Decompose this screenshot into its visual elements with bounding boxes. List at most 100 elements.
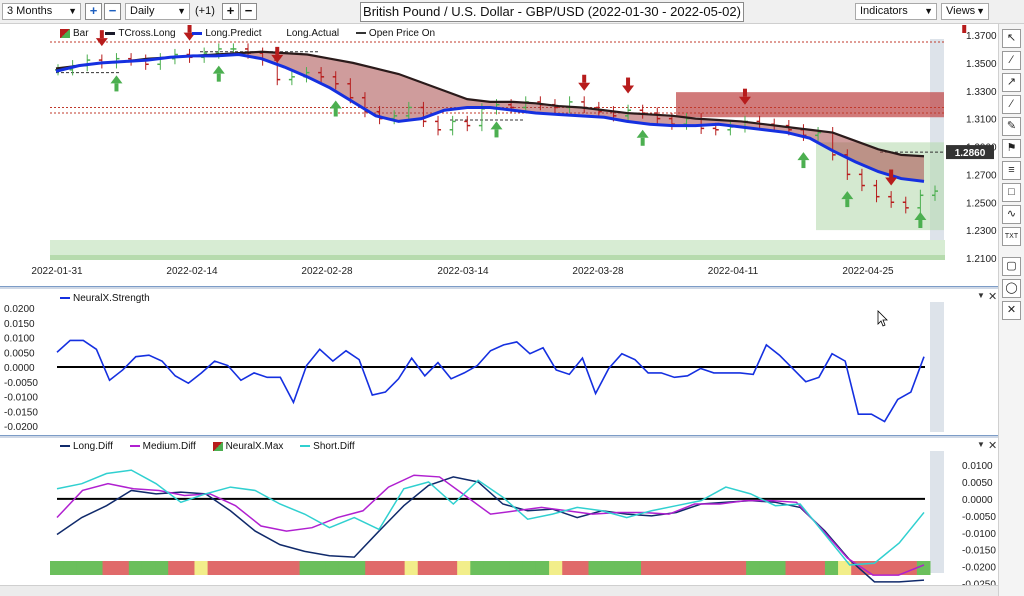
neuralx-max-bar	[588, 561, 603, 575]
flag-icon[interactable]: ⚑	[1002, 139, 1021, 158]
rectangle-icon[interactable]: ▢	[1002, 257, 1021, 276]
neuralx-max-bar	[273, 561, 287, 575]
down-arrow-icon	[582, 74, 587, 83]
neuralx-max-bar	[535, 561, 550, 575]
date-axis-label: 2022-04-25	[842, 266, 894, 277]
toolbar: 3 Months ▼ + − Daily ▼ (+1) + − British …	[0, 0, 1024, 24]
down-arrow-icon	[275, 46, 280, 55]
diff-axis-label: 0.0050	[962, 478, 993, 489]
panel-close-icon[interactable]: ✕	[988, 439, 997, 452]
neuralx-max-bar	[798, 561, 813, 575]
neuralx-max-bar	[759, 561, 773, 575]
pencil-icon[interactable]: ✎	[1002, 117, 1021, 136]
range-select[interactable]: 3 Months ▼	[2, 3, 81, 20]
date-axis-label: 2022-03-28	[572, 266, 624, 277]
neuralx-max-bar	[654, 561, 668, 575]
wave-icon[interactable]: ∿	[1002, 205, 1021, 224]
neuralx-max-bar	[496, 561, 511, 575]
ray-icon[interactable]: ↗	[1002, 73, 1021, 92]
neuralx-max-bar	[417, 561, 432, 575]
pointer-icon[interactable]: ↖	[1002, 29, 1021, 48]
chart-title: British Pound / U.S. Dollar - GBP/USD (2…	[360, 2, 744, 22]
neuralx-max-bar	[838, 561, 852, 575]
short-diff-line	[56, 469, 925, 566]
zoom-out-button[interactable]: −	[104, 3, 121, 20]
legend-bar: Bar	[60, 28, 91, 39]
legend-long-diff: Long.Diff	[60, 441, 113, 452]
neuralx-max-bar	[522, 561, 537, 575]
horizontal-scrollbar[interactable]	[0, 585, 998, 596]
neuralx-max-bar	[286, 561, 301, 575]
views-label: Views	[946, 5, 976, 17]
neuralx-max-bar	[325, 561, 340, 575]
date-axis-label: 2022-03-14	[437, 266, 489, 277]
strength-legend: NeuralX.Strength	[60, 293, 150, 304]
indicators-menu[interactable]: Indicators ▼	[855, 3, 937, 20]
strength-axis-label: 0.0000	[4, 363, 35, 374]
diff-axis-label: -0.0150	[962, 546, 996, 557]
neuralx-max-bar	[141, 561, 156, 575]
date-axis-label: 2022-02-14	[166, 266, 218, 277]
legend-actual: Long.Actual	[286, 28, 342, 39]
plot-area	[50, 35, 945, 260]
up-arrow-icon	[640, 137, 645, 146]
neuralx-max-bar	[352, 561, 366, 575]
neuralx-max-bar	[693, 561, 708, 575]
neuralx-max-bar	[732, 561, 747, 575]
strength-chart[interactable]: 0.0200 0.0150 0.0100 0.0050 0.0000 -0.0050 -0.…	[0, 290, 998, 436]
neuralx-max-bar	[247, 561, 261, 575]
neuralx-max-bar	[627, 561, 642, 575]
neuralx-max-bar	[299, 561, 314, 575]
neuralx-max-bar	[680, 561, 695, 575]
legend-predict-label: Long.Predict	[205, 28, 262, 39]
panel-collapse-icon[interactable]: ▼	[977, 291, 985, 300]
price-chart[interactable]: 1.37001.35001.33001.31001.29001.27001.25…	[0, 25, 998, 287]
panel-splitter[interactable]	[0, 435, 998, 438]
interval-select[interactable]: Daily ▼	[125, 3, 190, 20]
neuralx-max-bar	[811, 561, 826, 575]
diff-axis-label: -0.0050	[962, 512, 996, 523]
neuralx-max-bar	[444, 561, 458, 575]
mouse-cursor-icon	[877, 310, 888, 327]
diff-legend: Long.Diff Medium.Diff NeuralX.Max Short.…	[60, 441, 369, 452]
dash-swatch-icon	[355, 32, 366, 35]
views-menu[interactable]: Views ▼	[941, 3, 989, 20]
zoom-in-button[interactable]: +	[85, 3, 102, 20]
text-icon[interactable]: TXT	[1002, 227, 1021, 246]
up-arrow-icon	[801, 160, 806, 169]
neuralx-max-bar	[916, 561, 931, 575]
neuralx-max-bar	[220, 561, 235, 575]
line-swatch-icon	[105, 31, 116, 35]
panel-splitter[interactable]	[0, 286, 998, 289]
neuralx-max-bar	[824, 561, 839, 575]
legend-neuralx-max-label: NeuralX.Max	[225, 441, 284, 452]
neuralx-max-bar	[667, 561, 681, 575]
price-axis-label: 1.2300	[966, 226, 997, 237]
ellipse-icon[interactable]: ◯	[1002, 279, 1021, 298]
line-swatch-icon	[300, 445, 311, 448]
diff-axis-label: 0.0100	[962, 461, 993, 472]
comment-icon[interactable]: □	[1002, 183, 1021, 202]
up-arrow-icon	[216, 73, 221, 82]
neuralx-max-bar	[706, 561, 721, 575]
legend-open-price: Open Price On	[355, 28, 435, 39]
diff-chart[interactable]: 0.0100 0.0050 0.0000 -0.0050 -0.0100 -0.0150 -…	[0, 439, 998, 585]
price-axis-label: 1.3100	[966, 115, 997, 126]
parallel-icon[interactable]: ⁄	[1002, 95, 1021, 114]
strength-axis-label: -0.0150	[4, 407, 38, 418]
remove-period-button[interactable]: −	[240, 3, 257, 20]
close-icon[interactable]: ✕	[1002, 301, 1021, 320]
legend-long-diff-label: Long.Diff	[73, 441, 113, 452]
add-period-button[interactable]: +	[222, 3, 239, 20]
neuralx-max-bar	[89, 561, 104, 575]
neuralx-max-bar	[260, 561, 274, 575]
price-legend: Bar TCross.Long Long.Predict Long.Actual…	[60, 28, 449, 39]
price-axis-label: 1.3500	[966, 59, 997, 70]
diff-axis-label: -0.0100	[962, 529, 996, 540]
trendline-icon[interactable]: ∕	[1002, 51, 1021, 70]
neuralx-max-bar	[181, 561, 195, 575]
chevron-down-icon: ▼	[68, 6, 77, 16]
panel-close-icon[interactable]: ✕	[988, 290, 997, 303]
panel-collapse-icon[interactable]: ▼	[977, 440, 985, 449]
fib-icon[interactable]: ≡	[1002, 161, 1021, 180]
